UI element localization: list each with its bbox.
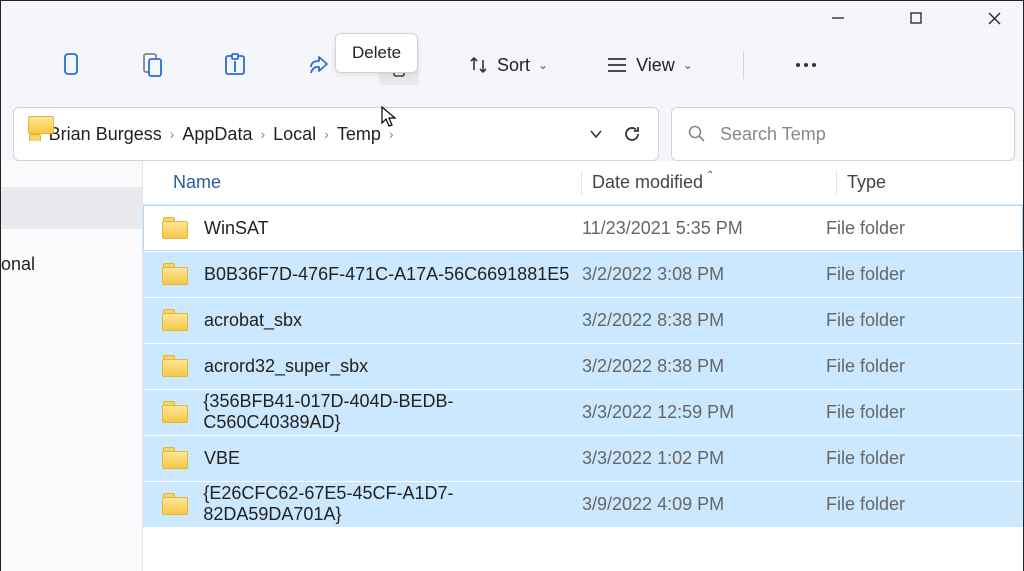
mouse-cursor <box>379 105 399 129</box>
sort-asc-icon: ⌃ <box>706 170 714 181</box>
sidebar-item[interactable]: onal <box>1 245 142 283</box>
breadcrumb-item[interactable]: Temp <box>337 124 381 145</box>
file-row[interactable]: WinSAT 11/23/2021 5:35 PMFile folder <box>143 205 1023 251</box>
paste-icon <box>222 52 248 78</box>
cut-button[interactable] <box>51 45 91 85</box>
file-list: Name Date modified ⌃ Type WinSAT 11/23/20… <box>143 161 1023 571</box>
history-dropdown[interactable] <box>580 118 612 150</box>
cut-icon <box>60 52 82 78</box>
column-headers: Name Date modified ⌃ Type <box>143 161 1023 205</box>
share-button[interactable] <box>297 45 337 85</box>
view-icon <box>606 56 628 74</box>
file-name: WinSAT <box>204 218 269 239</box>
folder-icon <box>162 401 187 423</box>
chevron-right-icon: › <box>256 126 269 142</box>
cell-name: WinSAT <box>144 217 582 239</box>
file-name: {356BFB41-017D-404D-BEDB-C560C40389AD} <box>203 391 582 433</box>
cell-name: {E26CFC62-67E5-45CF-A1D7-82DA59DA701A} <box>144 483 582 525</box>
cell-type: File folder <box>826 264 1022 285</box>
cell-name: {356BFB41-017D-404D-BEDB-C560C40389AD} <box>144 391 582 433</box>
cell-type: File folder <box>826 494 1022 515</box>
share-icon <box>305 53 329 77</box>
maximize-button[interactable] <box>893 2 939 34</box>
file-row[interactable]: {356BFB41-017D-404D-BEDB-C560C40389AD}3/… <box>143 389 1023 435</box>
search-placeholder: Search Temp <box>720 124 826 145</box>
breadcrumb-bar[interactable]: › Brian Burgess › AppData › Local › Temp… <box>13 107 659 161</box>
more-icon <box>794 61 818 69</box>
cell-type: File folder <box>826 356 1022 377</box>
cell-date: 3/2/2022 3:08 PM <box>582 264 826 285</box>
sort-icon <box>469 55 489 75</box>
breadcrumb-item[interactable]: AppData <box>182 124 252 145</box>
minimize-button[interactable] <box>815 2 861 34</box>
toolbar: Delete Sort ⌄ View ⌄ <box>1 35 1023 95</box>
cell-type: File folder <box>826 218 1022 239</box>
refresh-button[interactable] <box>616 118 648 150</box>
folder-icon <box>162 355 188 377</box>
window-titlebar <box>1 1 1023 35</box>
file-name: {E26CFC62-67E5-45CF-A1D7-82DA59DA701A} <box>203 483 582 525</box>
folder-icon <box>162 217 188 239</box>
column-separator[interactable] <box>581 171 582 195</box>
cell-date: 3/3/2022 1:02 PM <box>582 448 826 469</box>
main-content: onal Name Date modified ⌃ Type WinSAT 11/… <box>1 161 1023 571</box>
search-box[interactable]: Search Temp <box>671 107 1015 161</box>
cell-name: B0B36F7D-476F-471C-A17A-56C6691881E5 <box>144 263 582 285</box>
file-row[interactable]: VBE 3/3/2022 1:02 PMFile folder <box>143 435 1023 481</box>
more-button[interactable] <box>786 45 826 85</box>
file-row[interactable]: B0B36F7D-476F-471C-A17A-56C6691881E5 3/2/… <box>143 251 1023 297</box>
cell-date: 3/9/2022 4:09 PM <box>582 494 826 515</box>
folder-icon <box>162 263 188 285</box>
sort-label: Sort <box>497 55 530 76</box>
chevron-right-icon: › <box>320 126 333 142</box>
chevron-right-icon: › <box>166 126 179 142</box>
close-button[interactable] <box>971 2 1017 34</box>
cell-type: File folder <box>826 448 1022 469</box>
chevron-down-icon: ⌄ <box>538 58 548 72</box>
cell-type: File folder <box>826 402 1022 423</box>
copy-button[interactable] <box>133 45 173 85</box>
folder-icon <box>162 309 188 331</box>
chevron-down-icon: ⌄ <box>683 58 693 72</box>
cell-name: acrobat_sbx <box>144 309 582 331</box>
cell-type: File folder <box>826 310 1022 331</box>
sidebar-item[interactable] <box>1 187 142 229</box>
column-separator[interactable] <box>836 171 837 195</box>
cell-date: 3/3/2022 12:59 PM <box>582 402 826 423</box>
cell-name: acrord32_super_sbx <box>144 355 582 377</box>
breadcrumb-item[interactable]: Local <box>273 124 316 145</box>
file-row[interactable]: acrobat_sbx 3/2/2022 8:38 PMFile folder <box>143 297 1023 343</box>
paste-button[interactable] <box>215 45 255 85</box>
sort-dropdown[interactable]: Sort ⌄ <box>461 45 556 85</box>
view-label: View <box>636 55 675 76</box>
file-row[interactable]: acrord32_super_sbx 3/2/2022 8:38 PMFile f… <box>143 343 1023 389</box>
cell-name: VBE <box>144 447 582 469</box>
file-name: acrobat_sbx <box>204 310 302 331</box>
nav-sidebar: onal <box>1 161 143 571</box>
cell-date: 3/2/2022 8:38 PM <box>582 310 826 331</box>
folder-icon <box>162 493 187 515</box>
file-row[interactable]: {E26CFC62-67E5-45CF-A1D7-82DA59DA701A}3/… <box>143 481 1023 527</box>
copy-icon <box>141 52 165 78</box>
cell-date: 3/2/2022 8:38 PM <box>582 356 826 377</box>
breadcrumb-item[interactable]: Brian Burgess <box>49 124 162 145</box>
column-name[interactable]: Name <box>143 172 581 193</box>
column-date[interactable]: Date modified ⌃ <box>592 172 836 193</box>
delete-tooltip: Delete <box>335 33 418 73</box>
view-dropdown[interactable]: View ⌄ <box>598 45 701 85</box>
column-type[interactable]: Type <box>847 172 1023 193</box>
address-row: › Brian Burgess › AppData › Local › Temp… <box>1 107 1023 161</box>
toolbar-divider <box>743 51 744 79</box>
file-name: B0B36F7D-476F-471C-A17A-56C6691881E5 <box>204 264 569 285</box>
file-name: VBE <box>204 448 240 469</box>
search-icon <box>688 125 706 143</box>
file-name: acrord32_super_sbx <box>204 356 368 377</box>
cell-date: 11/23/2021 5:35 PM <box>582 218 826 239</box>
folder-icon <box>162 447 188 469</box>
